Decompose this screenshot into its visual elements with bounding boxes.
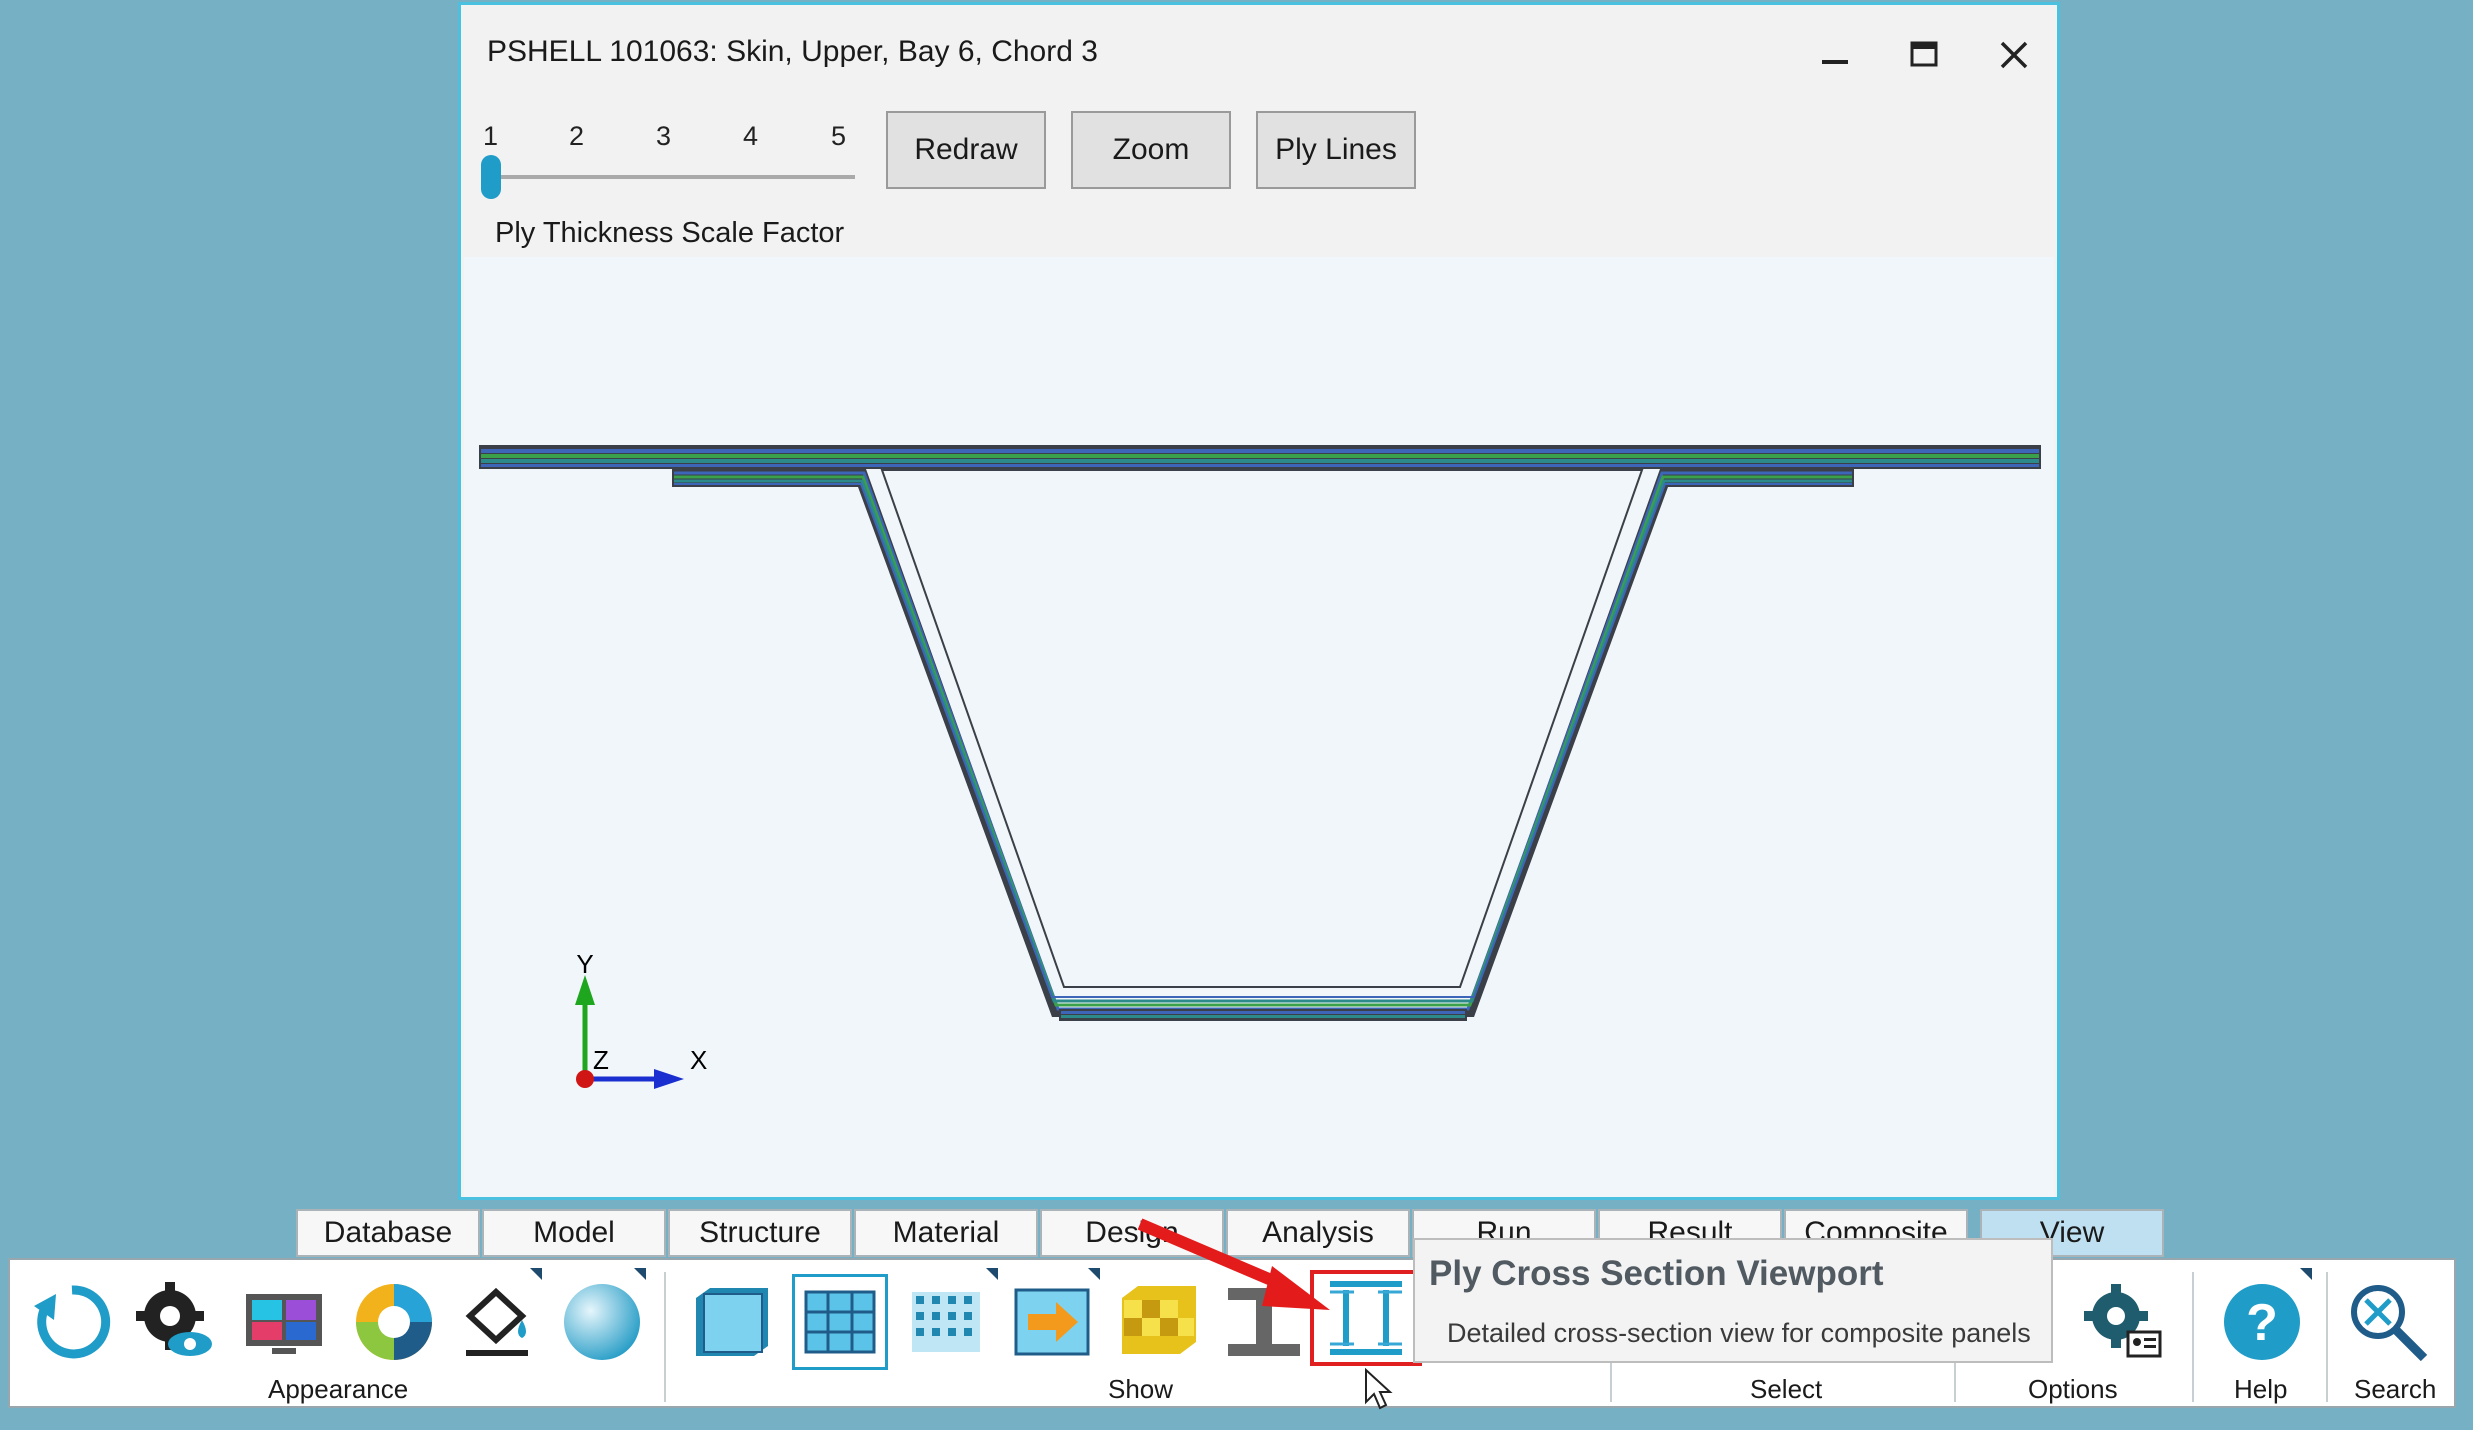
group-label-help: Help: [2234, 1374, 2288, 1404]
group-separator: [2192, 1272, 2194, 1402]
show-mesh-button[interactable]: [792, 1274, 888, 1370]
tab-material[interactable]: Material: [854, 1209, 1038, 1257]
svg-text:?: ?: [2246, 1294, 2278, 1352]
zoom-button[interactable]: Zoom: [1071, 111, 1231, 189]
refresh-button[interactable]: [30, 1280, 114, 1364]
sphere-render-button[interactable]: [560, 1280, 644, 1364]
fill-bucket-icon: [465, 1287, 528, 1356]
color-wheel-button[interactable]: [352, 1280, 436, 1364]
axis-triad: Y Z X: [575, 949, 707, 1089]
slider-tick: 4: [743, 121, 759, 151]
options-gear-icon: [2084, 1284, 2162, 1358]
ply-lines-button[interactable]: Ply Lines: [1256, 111, 1416, 189]
cross-section-viewport[interactable]: Y Z X: [464, 257, 2054, 1197]
group-separator: [2326, 1272, 2328, 1402]
axis-x-label: X: [690, 1045, 707, 1075]
color-wheel-icon: [356, 1284, 432, 1360]
window-title: PSHELL 101063: Skin, Upper, Bay 6, Chord…: [487, 35, 1098, 68]
sphere-icon: [564, 1284, 640, 1360]
dropdown-indicator[interactable]: [986, 1268, 998, 1280]
tab-structure[interactable]: Structure: [668, 1209, 852, 1257]
dropdown-indicator[interactable]: [634, 1268, 646, 1280]
show-panels-button[interactable]: [690, 1280, 774, 1364]
ply-scale-slider-thumb[interactable]: [481, 155, 501, 199]
tab-database[interactable]: Database: [296, 1209, 480, 1257]
group-label-search: Search: [2354, 1374, 2437, 1404]
options-button[interactable]: [2080, 1280, 2164, 1364]
viewport-layout-button[interactable]: [242, 1280, 326, 1364]
tooltip-title: Ply Cross Section Viewport: [1429, 1254, 1884, 1293]
tooltip-description: Detailed cross-section view for composit…: [1447, 1318, 2031, 1348]
redraw-button[interactable]: Redraw: [886, 111, 1046, 189]
minimize-button[interactable]: [1805, 25, 1865, 85]
search-button[interactable]: [2346, 1280, 2430, 1364]
axis-y-label: Y: [576, 949, 593, 979]
panel-icon: [696, 1288, 768, 1356]
maximize-button[interactable]: [1894, 25, 1954, 85]
slider-tick: 1: [483, 121, 499, 151]
slider-tick-labels: 1 2 3 4 5: [483, 121, 846, 161]
group-label-appearance: Appearance: [268, 1374, 409, 1404]
display-settings-gear-icon: [136, 1282, 212, 1356]
help-button[interactable]: ?: [2220, 1280, 2304, 1364]
search-icon: [2351, 1285, 2428, 1362]
refresh-icon: [34, 1285, 111, 1359]
close-button[interactable]: [1984, 25, 2044, 85]
hat-stiffener: [672, 469, 1854, 1017]
mesh-panel-icon: [804, 1290, 876, 1354]
hat-stiffener-cross-section: Y Z X: [479, 445, 2041, 1089]
slider-tick: 3: [656, 121, 672, 151]
display-settings-button[interactable]: [132, 1280, 216, 1364]
slider-tick: 5: [831, 121, 847, 151]
group-label-options: Options: [2028, 1374, 2118, 1404]
show-nodes-button[interactable]: [904, 1280, 988, 1364]
dotted-panel-icon: [912, 1292, 980, 1352]
ply-scale-slider-track[interactable]: [485, 175, 855, 179]
arrow-panel-icon: [1014, 1288, 1090, 1356]
ply-cross-section-window: PSHELL 101063: Skin, Upper, Bay 6, Chord…: [458, 2, 2060, 1200]
help-icon: ?: [2224, 1284, 2300, 1360]
viewport-layout-icon: [246, 1294, 322, 1354]
annotation-arrow-icon: [1137, 1218, 1330, 1310]
skin-laminate: [479, 445, 2041, 469]
show-loads-button[interactable]: [1010, 1280, 1094, 1364]
dropdown-indicator[interactable]: [2300, 1268, 2312, 1280]
slider-tick: 2: [569, 121, 585, 151]
close-icon: [2000, 41, 2028, 69]
axis-z-label: Z: [593, 1045, 609, 1075]
dropdown-indicator[interactable]: [530, 1268, 542, 1280]
minimize-icon: [1822, 60, 1848, 64]
tooltip-ply-cross-section: Ply Cross Section Viewport Detailed cros…: [1413, 1238, 2053, 1363]
mouse-cursor-icon: [1365, 1368, 1393, 1410]
group-separator: [664, 1272, 666, 1402]
fill-bucket-button[interactable]: [456, 1280, 540, 1364]
group-label-show: Show: [1108, 1374, 1174, 1404]
maximize-icon: [1910, 41, 1938, 67]
group-label-select: Select: [1750, 1374, 1823, 1404]
tab-model[interactable]: Model: [482, 1209, 666, 1257]
ply-thickness-scale-label: Ply Thickness Scale Factor: [495, 217, 845, 249]
dropdown-indicator[interactable]: [1088, 1268, 1100, 1280]
